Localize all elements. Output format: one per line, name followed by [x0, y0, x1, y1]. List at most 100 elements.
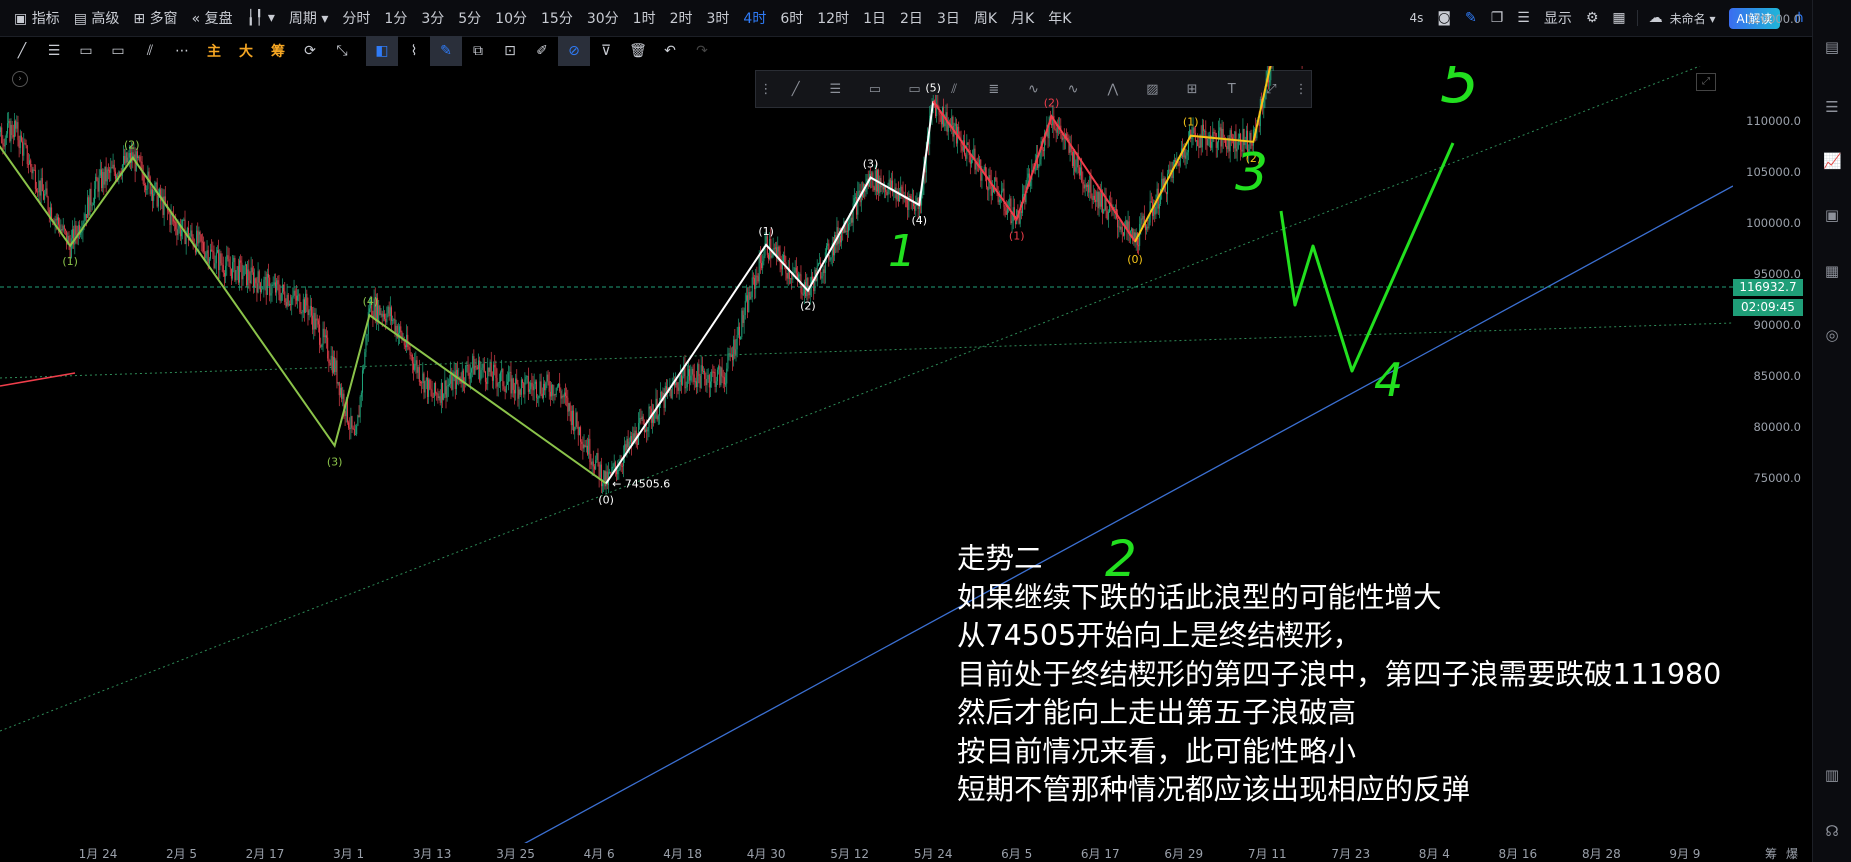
period-dropdown[interactable]: 周期 ▾	[282, 8, 335, 28]
calendar-icon[interactable]: ▦	[1823, 262, 1841, 280]
lock-icon[interactable]: ⊡	[494, 36, 526, 66]
candle-body	[1196, 140, 1198, 142]
candle-body	[395, 325, 397, 333]
period-30min[interactable]: 30分	[580, 8, 626, 28]
channel-tool-icon[interactable]: ▭	[102, 36, 134, 66]
hline-tool-icon[interactable]: ☰	[38, 36, 70, 66]
candle-body	[33, 169, 35, 171]
undo-icon[interactable]: ↶	[654, 36, 686, 66]
candle-body	[727, 353, 729, 369]
headset-icon[interactable]: ☊	[1823, 822, 1841, 840]
camera-icon[interactable]: ◙	[1430, 10, 1458, 26]
period-5min[interactable]: 5分	[451, 8, 488, 28]
candle-body	[513, 389, 515, 394]
period-4h[interactable]: 4时	[736, 8, 773, 28]
period-6h[interactable]: 6时	[773, 8, 810, 28]
main-chart-button[interactable]: 主	[198, 36, 230, 66]
period-1h[interactable]: 1时	[626, 8, 663, 28]
annotation-text: 走势二 如果继续下跌的话此浪型的可能性增大 从74505开始向上是终结楔形， 目…	[957, 540, 1721, 810]
edit-icon[interactable]: ✐	[526, 36, 558, 66]
watchlist-icon[interactable]: ▤	[1823, 38, 1841, 56]
refresh-interval[interactable]: 4s	[1403, 11, 1431, 25]
candle-body	[969, 155, 971, 164]
candle-body	[610, 471, 612, 474]
candle-body	[145, 184, 147, 190]
chart-up-icon[interactable]: 📈	[1823, 152, 1842, 170]
candle-body	[384, 313, 386, 320]
candle-body	[558, 383, 560, 387]
period-15min[interactable]: 15分	[534, 8, 580, 28]
period-3min[interactable]: 3分	[414, 8, 451, 28]
list-panel-icon[interactable]: ☰	[1823, 98, 1841, 116]
period-week[interactable]: 周K	[967, 8, 1004, 28]
period-month[interactable]: 月K	[1004, 8, 1041, 28]
period-year[interactable]: 年K	[1041, 8, 1078, 28]
period-12h[interactable]: 12时	[810, 8, 856, 28]
period-timeshare[interactable]: 分时	[335, 8, 377, 28]
filter-icon[interactable]: ⊽	[590, 36, 622, 66]
candle-body	[883, 186, 885, 190]
monitor-icon[interactable]: ▣	[1823, 206, 1841, 224]
candle-body	[454, 371, 456, 390]
period-10min[interactable]: 10分	[488, 8, 534, 28]
layout-icon[interactable]: ▦	[1605, 10, 1632, 26]
multi-window-button[interactable]: ⊞ 多窗	[126, 8, 184, 28]
period-3h[interactable]: 3时	[700, 8, 737, 28]
candle-body	[293, 290, 295, 296]
advanced-button[interactable]: ▤ 高级	[67, 8, 127, 28]
layout-name-dropdown[interactable]: 未命名 ▾	[1670, 10, 1723, 27]
candle-body	[380, 313, 382, 315]
big-button[interactable]: 大	[230, 36, 262, 66]
cloud-icon[interactable]: ☁	[1642, 10, 1670, 26]
fib-tool-icon[interactable]: ⫽	[134, 36, 166, 66]
period-3d[interactable]: 3日	[930, 8, 967, 28]
replay-button[interactable]: « 复盘	[185, 8, 240, 28]
candle-body	[707, 375, 709, 380]
magnet-icon[interactable]: ◧	[366, 36, 398, 66]
list-icon[interactable]: ☰	[1510, 10, 1537, 26]
settings-icon[interactable]: ⚙	[1579, 10, 1606, 26]
window-icon[interactable]: ❐	[1484, 10, 1511, 26]
candle-body	[491, 376, 493, 381]
candle-body	[428, 379, 430, 398]
trash-icon[interactable]: 🗑	[622, 36, 654, 66]
period-2h[interactable]: 2时	[663, 8, 700, 28]
candle-body	[41, 178, 43, 192]
signal-icon[interactable]: ◎	[1823, 326, 1841, 344]
redo-icon[interactable]: ↷	[686, 36, 718, 66]
candle-body	[283, 285, 285, 292]
period-2d[interactable]: 2日	[893, 8, 930, 28]
candle-body	[235, 270, 237, 281]
layout-panel-icon[interactable]: ▥	[1823, 766, 1841, 784]
period-1min[interactable]: 1分	[377, 8, 414, 28]
candle-body	[232, 262, 234, 279]
more-tools-icon[interactable]: ⋯	[166, 36, 198, 66]
candle-body	[839, 235, 841, 243]
candle-body	[440, 382, 442, 403]
indicator-button[interactable]: ▣ 指标	[0, 8, 67, 28]
candle-body	[236, 266, 238, 271]
ruler-icon[interactable]: ⌇	[398, 36, 430, 66]
sync-icon[interactable]: ⟳	[294, 36, 326, 66]
time-tick-label: 6月 17	[1080, 847, 1120, 861]
wave-label: (3)	[327, 456, 343, 469]
candle-body	[1095, 199, 1097, 202]
candle-body	[305, 293, 307, 313]
candle-body	[280, 292, 282, 301]
brush-icon[interactable]: ✎	[430, 36, 462, 66]
pen-icon[interactable]: ✎	[1458, 10, 1484, 26]
period-1d[interactable]: 1日	[856, 8, 893, 28]
chip-toggle[interactable]: 筹	[1765, 845, 1777, 862]
candle-body	[723, 377, 725, 385]
measure-icon[interactable]: ⤡	[326, 36, 358, 66]
link-icon[interactable]: ⊘	[558, 36, 590, 66]
chart-type-button[interactable]: ╽╿ ▾	[240, 10, 282, 26]
line-tool-icon[interactable]: ╱	[6, 36, 38, 66]
candle-tool-icon[interactable]: ⧉	[462, 36, 494, 66]
burst-toggle[interactable]: 爆	[1786, 845, 1798, 862]
chip-button[interactable]: 筹	[262, 36, 294, 66]
rect-tool-icon[interactable]: ▭	[70, 36, 102, 66]
display-button[interactable]: 显示	[1537, 8, 1579, 28]
wave-label: (5)	[925, 81, 941, 94]
annotation-line: 按目前情况来看，此可能性略小	[957, 734, 1357, 768]
